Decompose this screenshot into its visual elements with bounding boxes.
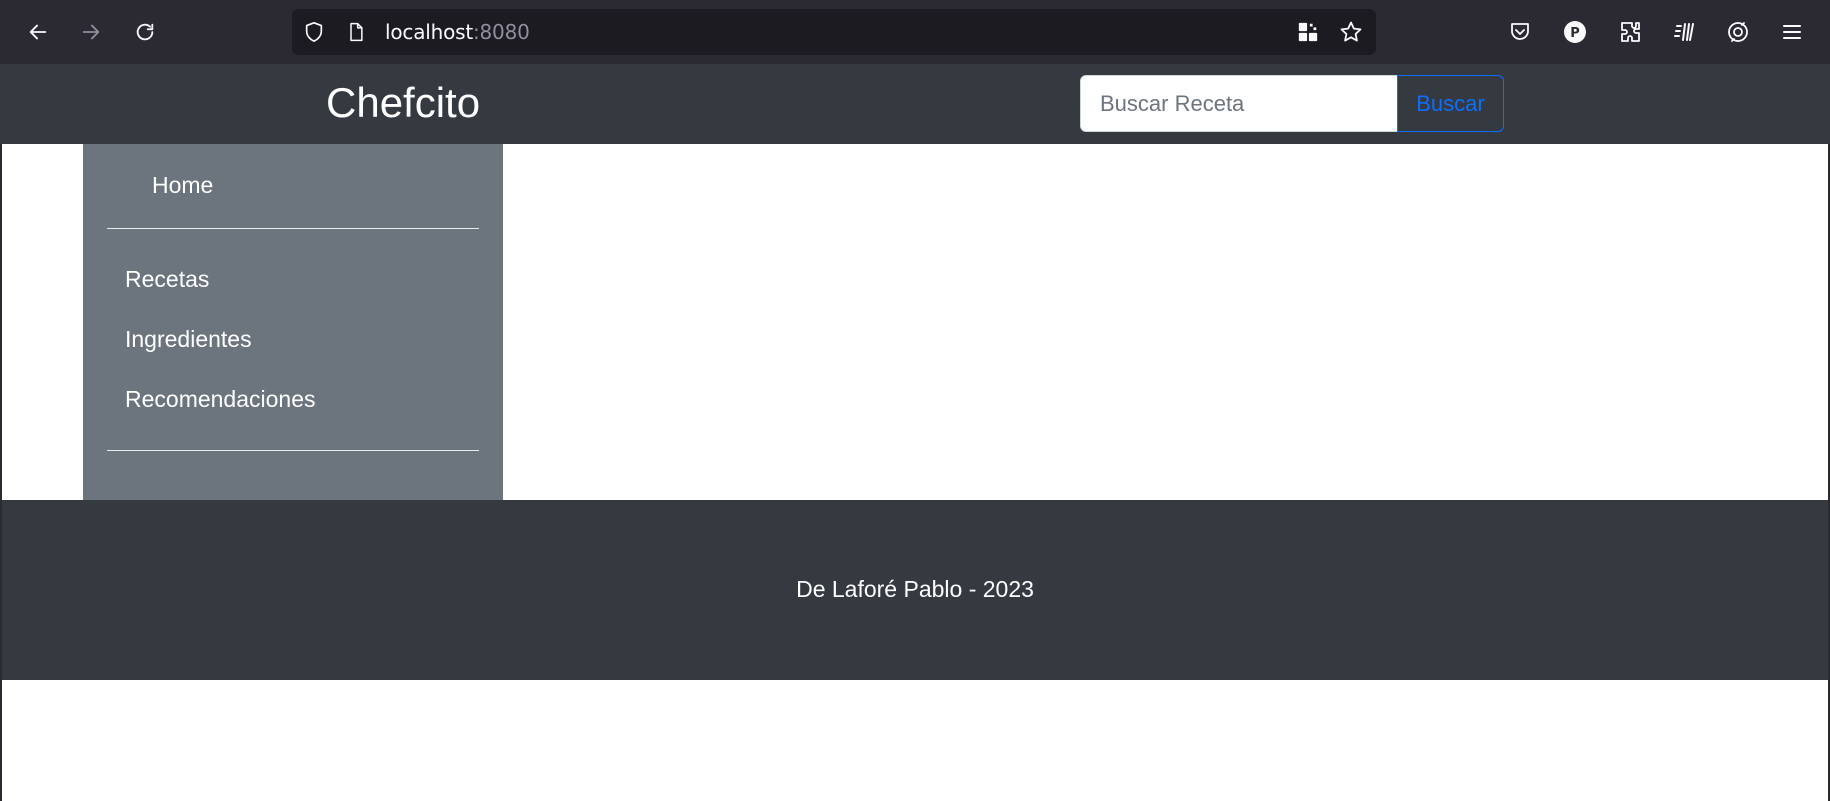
forward-button[interactable]	[73, 14, 109, 50]
bookmark-star-icon[interactable]	[1339, 20, 1363, 44]
app-header: Chefcito Buscar	[0, 64, 1830, 144]
qr-icon[interactable]	[1296, 20, 1320, 44]
sync-icon[interactable]	[1723, 17, 1753, 47]
url-port: :8080	[472, 20, 530, 44]
sidebar: Home Recetas Ingredientes Recomendacione…	[83, 144, 503, 500]
sidebar-item-recomendaciones[interactable]: Recomendaciones	[125, 386, 316, 413]
sidebar-divider	[107, 228, 479, 229]
library-icon[interactable]	[1670, 17, 1700, 47]
shield-icon[interactable]	[302, 20, 326, 44]
page-icon	[344, 20, 368, 44]
search-button[interactable]: Buscar	[1397, 75, 1504, 132]
search-input[interactable]	[1080, 75, 1398, 132]
back-icon	[29, 24, 47, 40]
sidebar-item-ingredientes[interactable]: Ingredientes	[125, 326, 252, 353]
pocket-icon[interactable]	[1505, 17, 1535, 47]
footer-text: De Laforé Pablo - 2023	[796, 576, 1034, 602]
url-text[interactable]: localhost:8080	[385, 9, 530, 55]
menu-icon[interactable]	[1777, 17, 1807, 47]
forward-icon	[82, 24, 100, 40]
brand-title[interactable]: Chefcito	[326, 78, 480, 128]
browser-toolbar: localhost:8080 P	[0, 0, 1830, 64]
back-button[interactable]	[20, 14, 56, 50]
sidebar-item-home[interactable]: Home	[152, 172, 213, 199]
reload-icon	[136, 23, 154, 41]
reload-button[interactable]	[127, 14, 163, 50]
sidebar-divider	[107, 450, 479, 451]
url-host: localhost	[385, 20, 473, 44]
window-edge-left	[0, 144, 2, 801]
svg-text:P: P	[1570, 26, 1580, 41]
profile-icon[interactable]: P	[1560, 17, 1590, 47]
extensions-icon[interactable]	[1616, 17, 1646, 47]
footer: De Laforé Pablo - 2023	[0, 500, 1830, 680]
sidebar-item-recetas[interactable]: Recetas	[125, 266, 209, 293]
url-bar[interactable]: localhost:8080	[292, 9, 1376, 55]
